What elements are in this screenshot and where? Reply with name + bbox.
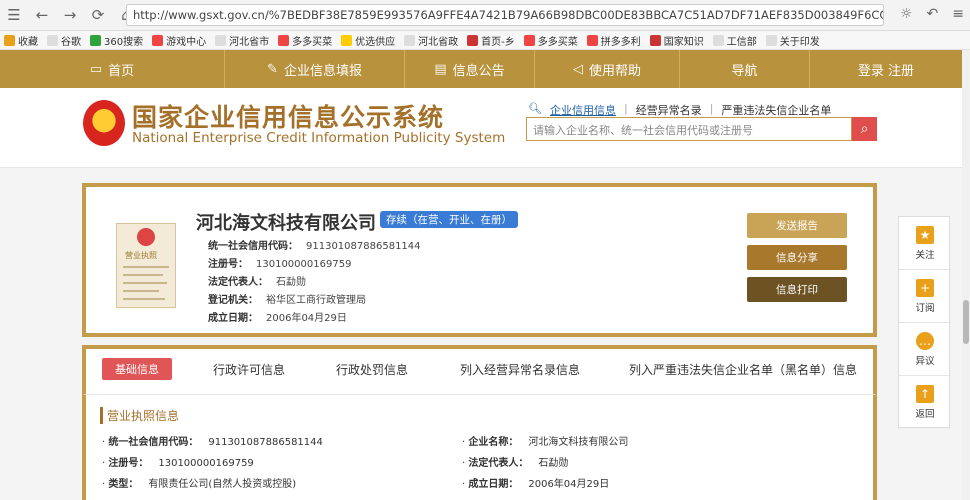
- site-subtitle: National Enterprise Credit Information P…: [132, 130, 506, 146]
- settings-icon[interactable]: ☼: [900, 6, 913, 22]
- undo-icon[interactable]: ↶: [927, 6, 939, 22]
- nav-login-register[interactable]: 登录 注册: [810, 50, 962, 88]
- share-info-button[interactable]: 信息分享: [747, 245, 847, 270]
- nav-enterprise-report[interactable]: ✎ 企业信息填报: [225, 50, 405, 88]
- tab-admin-penalty[interactable]: 行政处罚信息: [336, 361, 408, 378]
- browser-toolbar: ☰ ← → ⟳ ⌂ http://www.gsxt.gov.cn/%7BEDBF…: [0, 0, 970, 31]
- field-registration-authority: 登记机关： 裕华区工商行政管理局: [208, 295, 366, 306]
- nav-help[interactable]: ◁ 使用帮助: [535, 50, 680, 88]
- reload-icon[interactable]: ⟳: [84, 6, 112, 24]
- search-input[interactable]: 请输入企业名称、统一社会信用代码或注册号: [526, 117, 852, 141]
- scrollbar-thumb[interactable]: [963, 300, 969, 344]
- tab-basic-info[interactable]: 基础信息: [102, 358, 172, 380]
- nav-home[interactable]: ▭ 首页: [0, 50, 225, 88]
- license-title: 营业执照: [125, 251, 157, 260]
- star-icon: ★: [916, 226, 934, 244]
- search-tab-abnormal-list[interactable]: 经营异常名录: [636, 102, 702, 118]
- objection-button[interactable]: … 异议: [899, 323, 951, 376]
- main-nav: ▭ 首页 ✎ 企业信息填报 ▤ 信息公告 ◁ 使用帮助 导航 登录 注册: [0, 50, 970, 88]
- info-row: · 企业名称： 河北海文科技有限公司: [462, 437, 629, 448]
- monitor-icon: ▭: [89, 61, 103, 77]
- forward-icon[interactable]: →: [56, 6, 84, 24]
- chat-icon: …: [916, 332, 934, 350]
- bookmark-item[interactable]: 谷歌: [47, 33, 81, 48]
- search-icon: 🔍︎: [528, 102, 542, 115]
- bookmark-item[interactable]: 工信部: [712, 33, 757, 48]
- arrow-up-icon: ↑: [916, 385, 934, 403]
- search-tabs: 🔍︎ 企业信用信息 | 经营异常名录 | 严重违法失信企业名单: [528, 102, 832, 118]
- search-button[interactable]: ⌕: [852, 117, 877, 141]
- bookmark-item[interactable]: 河北省市: [215, 33, 269, 48]
- list-icon: ▤: [434, 61, 447, 77]
- info-row: · 成立日期： 2006年04月29日: [462, 479, 610, 490]
- edit-icon: ✎: [267, 61, 278, 77]
- tab-abnormal-list[interactable]: 列入经营异常名录信息: [460, 361, 580, 378]
- company-summary-card: 营业执照 河北海文科技有限公司 存续（在营、开业、在册） 统一社会信用代码： 91…: [82, 183, 877, 337]
- basic-info-section: 营业执照信息 · 统一社会信用代码： 911301087886581144 · 注…: [82, 395, 877, 500]
- bookmark-item[interactable]: 首页-乡: [467, 33, 515, 48]
- info-tabs: 基础信息 行政许可信息 行政处罚信息 列入经营异常名录信息 列入严重违法失信企业…: [82, 345, 877, 395]
- search-tab-blacklist[interactable]: 严重违法失信企业名单: [721, 102, 831, 118]
- follow-button[interactable]: ★ 关注: [899, 217, 951, 270]
- field-credit-code: 统一社会信用代码： 911301087886581144: [208, 241, 421, 252]
- tab-blacklist[interactable]: 列入严重违法失信企业名单（黑名单）信息: [629, 361, 857, 378]
- search-icon: ⌕: [860, 121, 869, 137]
- print-info-button[interactable]: 信息打印: [747, 277, 847, 302]
- info-row: · 统一社会信用代码： 911301087886581144: [102, 437, 323, 448]
- section-title: 营业执照信息: [100, 407, 179, 424]
- plus-icon: +: [916, 279, 934, 297]
- search-tab-credit-info[interactable]: 企业信用信息: [550, 102, 616, 118]
- send-report-button[interactable]: 发送报告: [747, 213, 847, 238]
- field-established-date: 成立日期： 2006年04月29日: [208, 313, 347, 324]
- company-name: 河北海文科技有限公司: [196, 213, 376, 234]
- bookmark-item[interactable]: 拼多多利: [586, 33, 641, 48]
- subscribe-button[interactable]: + 订阅: [899, 270, 951, 323]
- back-icon[interactable]: ←: [28, 6, 56, 24]
- bookmark-item[interactable]: 多多买菜: [278, 33, 332, 48]
- business-license-image[interactable]: 营业执照: [116, 223, 176, 308]
- bookmark-item[interactable]: 游戏中心: [152, 33, 206, 48]
- bookmark-item[interactable]: 360搜索: [90, 33, 143, 48]
- bookmark-item[interactable]: 关于印发: [765, 33, 820, 48]
- url-text: http://www.gsxt.gov.cn/%7BEDBF38E7859E99…: [133, 8, 883, 22]
- info-row: · 注册号： 130100000169759: [102, 458, 254, 469]
- bookmark-item[interactable]: 收藏: [4, 33, 38, 48]
- seal-icon: [137, 228, 155, 246]
- bookmarks-bar: 收藏 谷歌 360搜索 游戏中心 河北省市 多多买菜 优选供应 河北省政 首页-…: [0, 31, 970, 50]
- field-reg-number: 注册号： 130100000169759: [208, 259, 352, 270]
- info-row: · 类型： 有限责任公司(自然人投资或控股): [102, 479, 297, 490]
- bookmark-item[interactable]: 优选供应: [341, 33, 395, 48]
- info-row: · 法定代表人： 石勐勋: [462, 458, 569, 469]
- national-emblem-icon: [83, 100, 125, 146]
- bookmark-item[interactable]: 河北省政: [404, 33, 458, 48]
- site-header: 国家企业信用信息公示系统 National Enterprise Credit …: [0, 88, 970, 168]
- nav-announcements[interactable]: ▤ 信息公告: [405, 50, 535, 88]
- sidebar-toggle-icon[interactable]: ☰: [0, 6, 28, 24]
- status-badge: 存续（在营、开业、在册）: [380, 211, 518, 228]
- bookmark-item[interactable]: 国家知识: [649, 33, 704, 48]
- speaker-icon: ◁: [572, 61, 583, 77]
- menu-icon[interactable]: ≡: [952, 6, 964, 22]
- scrollbar[interactable]: [962, 50, 970, 500]
- field-legal-rep: 法定代表人： 石勐勋: [208, 277, 306, 288]
- address-bar[interactable]: http://www.gsxt.gov.cn/%7BEDBF38E7859E99…: [126, 4, 884, 26]
- floating-sidebar: ★ 关注 + 订阅 … 异议 ↑ 返回: [898, 216, 951, 429]
- bookmark-item[interactable]: 多多买菜: [523, 33, 578, 48]
- nav-navigation[interactable]: 导航: [680, 50, 810, 88]
- back-to-top-button[interactable]: ↑ 返回: [899, 376, 951, 429]
- site-title: 国家企业信用信息公示系统: [132, 103, 445, 132]
- tab-admin-license[interactable]: 行政许可信息: [213, 361, 285, 378]
